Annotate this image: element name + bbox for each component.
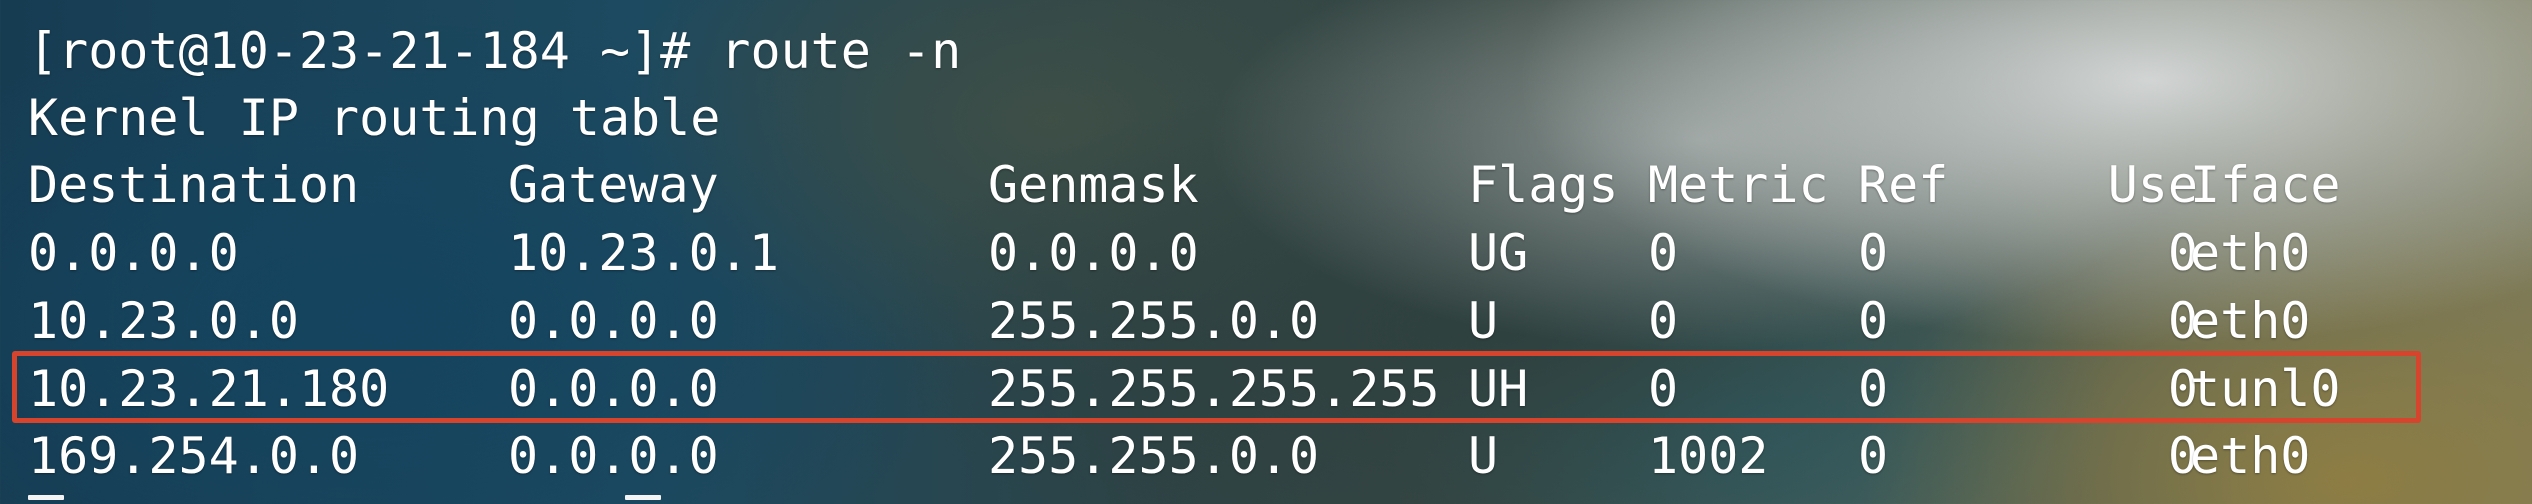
route-row: 0.0.0.0 10.23.0.1 0.0.0.0 UG 0 0 0 eth0 xyxy=(28,219,2508,287)
routing-table-title: Kernel IP routing table xyxy=(28,89,721,147)
route-flags: U xyxy=(1468,292,1499,350)
route-gateway: 0.0.0.0 xyxy=(508,292,719,350)
shell-prompt: [root@10-23-21-184 ~]# xyxy=(28,22,721,80)
route-ref: 0 xyxy=(1858,292,1889,350)
column-header-use: Use xyxy=(2107,156,2198,214)
terminal-window[interactable]: [root@10-23-21-184 ~]# route -n Kernel I… xyxy=(0,0,2532,504)
route-destination: 10.23.0.0 xyxy=(28,292,299,350)
route-ref: 0 xyxy=(1858,224,1889,282)
route-iface: eth0 xyxy=(2190,292,2311,350)
column-header-iface: Iface xyxy=(2190,156,2341,214)
prompt-line: [root@10-23-21-184 ~]# route -n xyxy=(28,17,961,85)
route-iface: eth0 xyxy=(2190,224,2311,282)
command-text: route -n xyxy=(720,22,962,80)
column-header-flags: Flags xyxy=(1468,156,1619,214)
route-use: 0 xyxy=(2167,292,2198,350)
route-use: 0 xyxy=(2167,427,2198,485)
column-header-ref: Ref xyxy=(1858,156,1949,214)
column-header-destination: Destination xyxy=(28,156,360,214)
route-flags: U xyxy=(1468,427,1499,485)
route-destination: 169.254.0.0 xyxy=(28,427,360,485)
column-header-gateway: Gateway xyxy=(508,156,719,214)
cut-off-glyph xyxy=(28,495,64,500)
routing-table-header: Destination Gateway Genmask Flags Metric… xyxy=(28,151,2508,219)
route-gateway: 0.0.0.0 xyxy=(508,427,719,485)
route-use: 0 xyxy=(2167,224,2198,282)
route-destination: 0.0.0.0 xyxy=(28,224,239,282)
route-iface: eth0 xyxy=(2190,427,2311,485)
route-genmask: 255.255.0.0 xyxy=(988,292,1320,350)
route-genmask: 255.255.0.0 xyxy=(988,427,1320,485)
route-row: 10.23.0.0 0.0.0.0 255.255.0.0 U 0 0 0 et… xyxy=(28,287,2508,355)
route-ref: 0 xyxy=(1858,427,1889,485)
highlight-box xyxy=(12,351,2421,423)
cut-off-glyph xyxy=(625,495,661,500)
column-header-genmask: Genmask xyxy=(988,156,1199,214)
route-gateway: 10.23.0.1 xyxy=(508,224,779,282)
route-metric: 0 xyxy=(1648,224,1679,282)
route-genmask: 0.0.0.0 xyxy=(988,224,1199,282)
route-row: 169.254.0.0 0.0.0.0 255.255.0.0 U 1002 0… xyxy=(28,422,2508,490)
route-flags: UG xyxy=(1468,224,1529,282)
route-metric: 0 xyxy=(1648,292,1679,350)
cut-off-next-prompt-line xyxy=(28,495,2428,504)
column-header-metric: Metric xyxy=(1648,156,1829,214)
route-metric: 1002 xyxy=(1648,427,1769,485)
